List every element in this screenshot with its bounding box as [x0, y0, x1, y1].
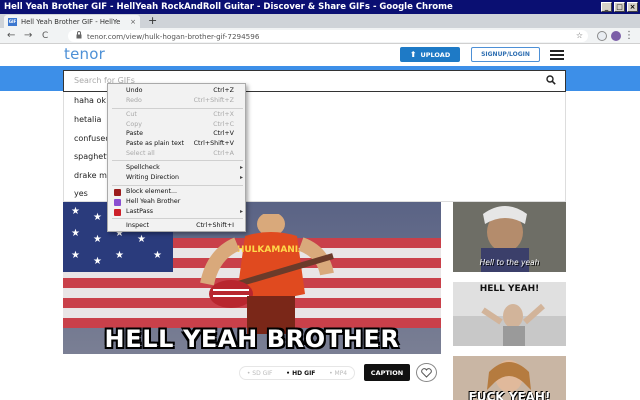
menu-separator [112, 218, 243, 219]
lock-icon [76, 31, 82, 41]
related-gif-caption: HELL YEAH! [479, 284, 540, 294]
menu-item-cut[interactable]: Cut Ctrl+X [108, 110, 247, 120]
favorite-button[interactable] [416, 363, 437, 382]
related-gif[interactable]: Hell to the yeah [453, 202, 566, 272]
related-gif[interactable]: HELL YEAH! [453, 282, 566, 346]
suggestion-item[interactable]: haha ok [74, 96, 106, 105]
new-tab-button[interactable]: + [148, 14, 157, 28]
chrome-menu-icon[interactable]: ⋮ [624, 29, 634, 43]
signup-login-button[interactable]: SIGNUP/LOGIN [471, 47, 540, 62]
context-menu: Undo Ctrl+Z Redo Ctrl+Shift+Z Cut Ctrl+X Co… [107, 83, 246, 232]
tab-close-icon[interactable]: × [130, 18, 136, 26]
related-gif-caption: Hell to the yeah [479, 258, 540, 267]
hamburger-menu-icon[interactable] [550, 50, 564, 60]
window-controls: _ □ × [601, 2, 638, 12]
tab-strip: GIF Hell Yeah Brother GIF - HellYe × + [0, 14, 640, 28]
format-mp4[interactable]: • MP4 [329, 370, 347, 377]
format-selector: • SD GIF • HD GIF • MP4 [239, 366, 355, 380]
heart-icon [421, 367, 432, 378]
bookmark-star-icon[interactable]: ☆ [576, 30, 583, 42]
menu-item-inspect[interactable]: Inspect Ctrl+Shift+I [108, 221, 247, 231]
close-window-button[interactable]: × [627, 2, 638, 12]
gif-favicon-icon: GIF [8, 17, 17, 26]
reload-button[interactable]: C [42, 29, 48, 43]
suggestion-item[interactable]: hetalia [74, 115, 101, 124]
menu-separator [112, 108, 243, 109]
upload-label: UPLOAD [420, 50, 451, 59]
menu-item-paste-plain[interactable]: Paste as plain text Ctrl+Shift+V [108, 139, 247, 149]
menu-item-block-element[interactable]: Block element... [108, 187, 247, 197]
suggestion-item[interactable]: confused [74, 134, 110, 143]
upload-arrow-icon: ⬆ [409, 50, 417, 59]
window-title-bar: Hell Yeah Brother GIF - HellYeah RockAnd… [0, 0, 640, 14]
tab-title: Hell Yeah Brother GIF - HellYe [21, 17, 121, 26]
menu-item-hell-yeah-brother[interactable]: Hell Yeah Brother [108, 197, 247, 207]
minimize-button[interactable]: _ [601, 2, 612, 12]
tenor-logo[interactable]: tenor [64, 45, 105, 63]
upload-button[interactable]: ⬆ UPLOAD [400, 47, 460, 62]
search-icon[interactable] [546, 75, 556, 85]
profile-avatar-icon[interactable] [611, 31, 621, 41]
browser-tab[interactable]: GIF Hell Yeah Brother GIF - HellYe × [4, 15, 140, 28]
site-header: tenor ⬆ UPLOAD SIGNUP/LOGIN [0, 44, 640, 66]
related-gif[interactable]: FUCK YEAH! [453, 356, 566, 400]
window-title: Hell Yeah Brother GIF - HellYeah RockAnd… [4, 2, 453, 12]
browser-toolbar: ← → C tenor.com/view/hulk-hogan-brother-… [0, 28, 640, 44]
url-text: tenor.com/view/hulk-hogan-brother-gif-72… [87, 31, 260, 41]
menu-item-select-all[interactable]: Select all Ctrl+A [108, 149, 247, 159]
submenu-arrow-icon: ▸ [239, 164, 243, 171]
caption-button[interactable]: CAPTION [364, 364, 410, 381]
ublock-icon [114, 189, 121, 196]
menu-item-lastpass[interactable]: LastPass ▸ [108, 207, 247, 217]
submenu-arrow-icon: ▸ [239, 174, 243, 181]
menu-separator [112, 160, 243, 161]
forward-button[interactable]: → [24, 29, 32, 43]
menu-item-spellcheck[interactable]: Spellcheck ▸ [108, 163, 247, 173]
gif-caption-text: HELL YEAH BROTHER [104, 325, 400, 353]
menu-item-writing-direction[interactable]: Writing Direction ▸ [108, 173, 247, 183]
menu-separator [112, 185, 243, 186]
submenu-arrow-icon: ▸ [239, 208, 243, 215]
lastpass-icon [114, 209, 121, 216]
wrestler-figure: HULKAMANIA [200, 214, 334, 334]
maximize-button[interactable]: □ [614, 2, 625, 12]
extension-icon[interactable] [597, 31, 607, 41]
extension-icon [114, 199, 121, 206]
menu-item-paste[interactable]: Paste Ctrl+V [108, 129, 247, 139]
menu-item-redo[interactable]: Redo Ctrl+Shift+Z [108, 96, 247, 106]
format-sd-gif[interactable]: • SD GIF [247, 370, 273, 377]
menu-item-undo[interactable]: Undo Ctrl+Z [108, 86, 247, 96]
svg-text:HULKAMANIA: HULKAMANIA [237, 245, 305, 255]
related-gif-caption: FUCK YEAH! [468, 390, 551, 400]
suggestion-item[interactable]: yes [74, 189, 88, 198]
back-button[interactable]: ← [7, 29, 15, 43]
format-hd-gif[interactable]: • HD GIF [286, 370, 315, 377]
address-bar[interactable]: tenor.com/view/hulk-hogan-brother-gif-72… [68, 30, 588, 42]
